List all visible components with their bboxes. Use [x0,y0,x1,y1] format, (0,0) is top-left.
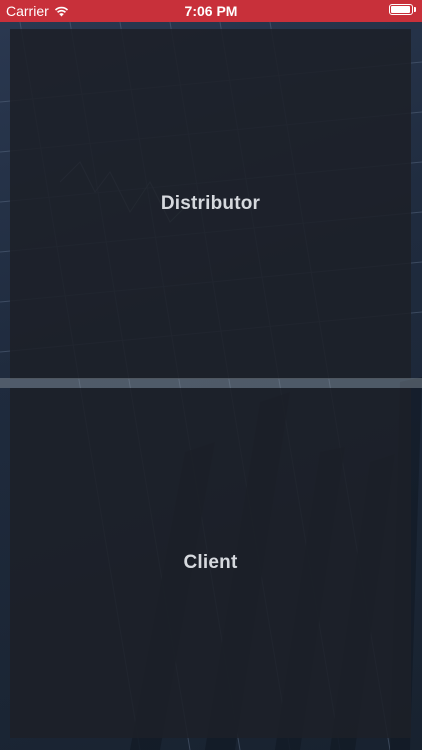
background-image: Distributor Client [0,22,422,750]
distributor-button[interactable]: Distributor [10,29,411,379]
status-time: 7:06 PM [184,3,238,19]
divider [0,378,422,388]
status-right [389,4,416,15]
battery-icon [389,4,413,15]
distributor-label: Distributor [160,193,261,214]
client-label: Client [183,552,238,573]
status-bar: Carrier 7:06 PM [0,0,422,22]
client-button[interactable]: Client [10,388,411,738]
